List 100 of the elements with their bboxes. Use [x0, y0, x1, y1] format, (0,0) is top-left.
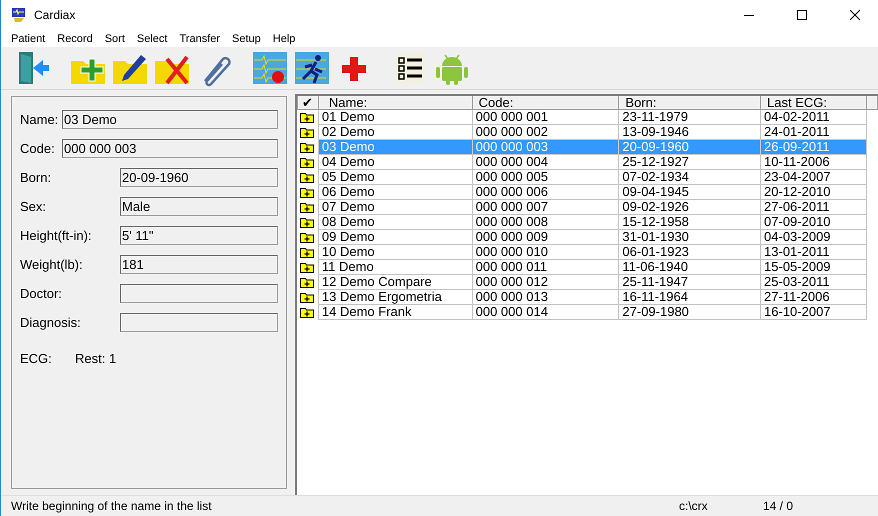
- table-row[interactable]: 05 Demo 000 000 005 07-02-1934 23-04-2007: [298, 170, 878, 184]
- column-header[interactable]: Name:: [318, 96, 472, 110]
- menu-item[interactable]: Select: [136, 32, 168, 44]
- close-icon[interactable]: [850, 10, 860, 20]
- field-label: Doctor:: [20, 286, 63, 301]
- input-field[interactable]: 000 000 003: [62, 139, 278, 158]
- table-cell: 13-01-2011: [760, 244, 867, 260]
- check-column-header[interactable]: ✔: [298, 96, 318, 110]
- table-row[interactable]: 08 Demo 000 000 008 15-12-1958 07-09-2010: [298, 214, 878, 230]
- table-cell: 000 000 014: [472, 304, 619, 320]
- table-cell: 000 000 002: [472, 124, 619, 140]
- table-cell: 27-06-2011: [760, 200, 867, 214]
- table-cell: 05 Demo: [318, 170, 472, 184]
- table-row[interactable]: 10 Demo 000 000 010 06-01-1923 13-01-2011: [298, 244, 878, 260]
- table-cell: 06-01-1923: [618, 244, 761, 260]
- input-field[interactable]: [120, 284, 278, 303]
- table-cell: 25-03-2011: [760, 274, 867, 290]
- ecg-record-button[interactable]: [251, 49, 289, 87]
- table-cell: 08 Demo: [318, 214, 472, 230]
- folder-icon: [300, 292, 314, 302]
- field-label: Height(ft-in):: [20, 228, 93, 243]
- table-row[interactable]: 12 Demo Compare 000 000 012 25-11-1947 25-03-2011: [298, 274, 878, 290]
- column-header[interactable]: Born:: [618, 96, 761, 110]
- column-header[interactable]: Last ECG:: [760, 96, 867, 110]
- input-field[interactable]: 03 Demo: [62, 110, 278, 129]
- table-cell: 26-09-2011: [760, 140, 867, 154]
- table-cell: 07-02-1934: [618, 170, 761, 184]
- header-filler: [866, 96, 878, 110]
- menu-item[interactable]: Transfer: [179, 32, 220, 44]
- folder-icon: [300, 186, 314, 198]
- field-label: Code:: [20, 141, 56, 156]
- folder-icon: [300, 232, 314, 242]
- input-field[interactable]: [120, 313, 278, 332]
- table-cell: 16-11-1964: [618, 290, 761, 304]
- input-field[interactable]: 20-09-1960: [120, 168, 278, 187]
- table-cell: 000 000 010: [472, 244, 619, 260]
- field-label: Born:: [20, 170, 52, 185]
- input-field[interactable]: 181: [120, 255, 278, 274]
- table-cell: 000 000 001: [472, 110, 619, 124]
- table-row[interactable]: 09 Demo 000 000 009 31-01-1930 04-03-2009: [298, 230, 878, 244]
- ecg-runner-button[interactable]: [293, 49, 331, 87]
- table-cell: 14 Demo Frank: [318, 304, 472, 320]
- input-field[interactable]: Male: [120, 197, 278, 216]
- menu-item[interactable]: Setup: [232, 32, 261, 44]
- table-row[interactable]: 06 Demo 000 000 006 09-04-1945 20-12-2010: [298, 184, 878, 200]
- table-row[interactable]: 14 Demo Frank 000 000 014 27-09-1980 16-10-2007: [298, 304, 878, 320]
- folder-icon: [300, 246, 314, 258]
- folder-icon: [300, 202, 314, 212]
- table-cell: 04 Demo: [318, 154, 472, 170]
- folder-icon: [300, 172, 314, 182]
- table-cell: 000 000 006: [472, 184, 619, 200]
- table-cell: 11 Demo: [318, 260, 472, 274]
- table-cell: 15-05-2009: [760, 260, 867, 274]
- menu-item[interactable]: Help: [272, 32, 296, 44]
- table-cell: 000 000 011: [472, 260, 619, 274]
- menu-item[interactable]: Record: [57, 32, 93, 44]
- table-row[interactable]: 13 Demo Ergometria 000 000 013 16-11-1964 27-11-2006: [298, 290, 878, 304]
- table-cell: 000 000 009: [472, 230, 619, 244]
- table-cell: 16-10-2007: [760, 304, 867, 320]
- folder-icon: [300, 126, 314, 138]
- table-cell: 000 000 003: [472, 140, 619, 154]
- table-cell: 02 Demo: [318, 124, 472, 140]
- folder-icon: [300, 276, 314, 288]
- table-row[interactable]: 01 Demo 000 000 001 23-11-1979 04-02-2011: [298, 110, 878, 124]
- table-cell: 23-11-1979: [618, 110, 761, 124]
- maximize-icon[interactable]: [797, 10, 807, 20]
- table-cell: 000 000 007: [472, 200, 619, 214]
- table-cell: 25-11-1947: [618, 274, 761, 290]
- table-cell: 000 000 005: [472, 170, 619, 184]
- status-count: 14 / 0: [763, 499, 794, 513]
- field-label: Weight(lb):: [20, 257, 84, 272]
- table-cell: 000 000 012: [472, 274, 619, 290]
- table-cell: 01 Demo: [318, 110, 472, 124]
- table-row[interactable]: 02 Demo 000 000 002 13-09-1946 24-01-2011: [298, 124, 878, 140]
- ecg-value: Rest: 1: [75, 351, 116, 366]
- table-cell: 000 000 004: [472, 154, 619, 170]
- table-cell: 24-01-2011: [760, 124, 867, 140]
- table-cell: 11-06-1940: [618, 260, 761, 274]
- column-header[interactable]: Code:: [472, 96, 619, 110]
- table-cell: 12 Demo Compare: [318, 274, 472, 290]
- table-cell: 20-09-1960: [618, 140, 761, 154]
- table-row[interactable]: 11 Demo 000 000 011 11-06-1940 15-05-2009: [298, 260, 878, 274]
- menu-item[interactable]: Sort: [104, 32, 125, 44]
- table-row[interactable]: 07 Demo 000 000 007 09-02-1926 27-06-2011: [298, 200, 878, 214]
- menu-item[interactable]: Patient: [11, 32, 46, 44]
- table-cell: 10-11-2006: [760, 154, 867, 170]
- table-cell: 31-01-1930: [618, 230, 761, 244]
- status-message: Write beginning of the name in the list: [11, 499, 213, 513]
- table-cell: 04-03-2009: [760, 230, 867, 244]
- table-cell: 07-09-2010: [760, 214, 867, 230]
- input-field[interactable]: 5' 11": [120, 226, 278, 245]
- table-cell: 13-09-1946: [618, 124, 761, 140]
- table-cell: 25-12-1927: [618, 154, 761, 170]
- folder-icon: [300, 112, 314, 123]
- table-cell: 09-02-1926: [618, 200, 761, 214]
- app-icon: [11, 7, 27, 23]
- table-row[interactable]: 04 Demo 000 000 004 25-12-1927 10-11-2006: [298, 154, 878, 170]
- folder-icon: [300, 262, 314, 272]
- folder-icon: [300, 306, 314, 318]
- folder-icon: [300, 156, 314, 168]
